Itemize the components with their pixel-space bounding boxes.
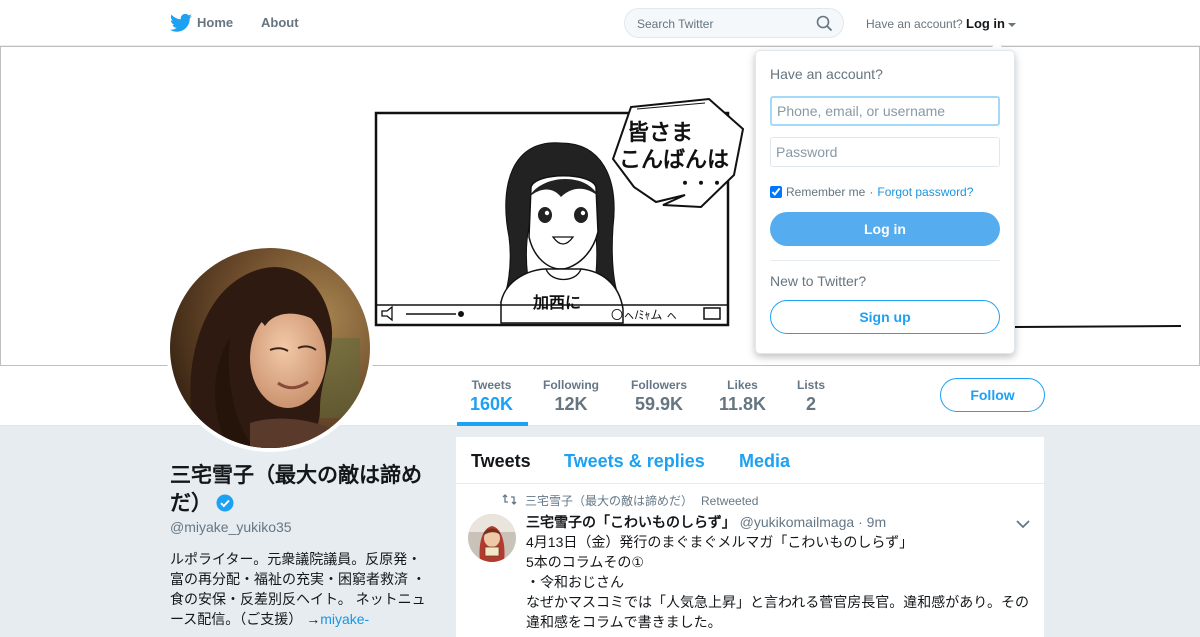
tweet-line: ・令和おじさん <box>526 574 624 590</box>
dropdown-title: Have an account? <box>770 66 883 82</box>
tab-media[interactable]: Media <box>739 451 790 472</box>
stat-label: Followers <box>631 378 688 392</box>
stat-label: Likes <box>727 378 758 392</box>
tweet-author-name[interactable]: 三宅雪子の「こわいものしらず」 <box>526 514 736 530</box>
tweet-line: 違和感をコラムで書きました。 <box>526 614 722 630</box>
forgot-password-link[interactable]: Forgot password? <box>877 185 973 199</box>
bio-link[interactable]: miyake- <box>320 611 369 627</box>
about-nav-link[interactable]: About <box>261 15 299 30</box>
home-nav-link[interactable]: Home <box>197 15 233 30</box>
login-dropdown-toggle[interactable]: Log in <box>966 16 1016 31</box>
shirt-text: 加西に <box>532 294 581 312</box>
tweet-text: 4月13日（金）発行のまぐまぐメルマガ「こわいものしらず」 5本のコラムその① … <box>526 532 1034 632</box>
profile-name-line1: 三宅雪子（最大の敵は諦め <box>170 464 422 487</box>
timeline: Tweets Tweets & replies Media 三宅雪子（最大の敵は… <box>456 437 1044 637</box>
retweeted-label: Retweeted <box>701 493 759 508</box>
tweet-author-handle[interactable]: @yukikomailmaga <box>740 514 855 530</box>
profile-name[interactable]: 三宅雪子（最大の敵は諦め だ） <box>170 462 430 518</box>
signup-button[interactable]: Sign up <box>770 300 1000 334</box>
follow-button[interactable]: Follow <box>940 378 1045 412</box>
stat-value: 11.8K <box>719 394 767 414</box>
verified-badge-icon <box>216 492 234 512</box>
stat-likes[interactable]: Likes 11.8K <box>719 378 766 415</box>
avatar-photo <box>170 248 370 448</box>
tab-tweets-replies[interactable]: Tweets & replies <box>564 451 705 472</box>
active-stat-underline <box>457 422 528 426</box>
caret-down-icon <box>1008 22 1016 27</box>
login-label: Log in <box>966 16 1005 31</box>
stat-followers[interactable]: Followers 59.9K <box>631 378 687 415</box>
username-input[interactable] <box>770 96 1000 126</box>
new-to-twitter-text: New to Twitter? <box>770 273 867 289</box>
stat-value: 2 <box>806 394 817 414</box>
tweet-header: 三宅雪子の「こわいものしらず」 @yukikomailmaga · 9m <box>526 512 886 532</box>
remember-me-checkbox[interactable] <box>770 186 782 198</box>
search-placeholder: Search Twitter <box>637 17 714 31</box>
top-navigation-bar: Home About Search Twitter Have an accoun… <box>0 0 1200 46</box>
stat-label: Tweets <box>471 378 512 392</box>
search-input[interactable]: Search Twitter <box>624 8 844 38</box>
twitter-bird-icon[interactable] <box>170 13 192 38</box>
bio-text: ルポライター。元衆議院議員。反原発・富の再分配・福祉の充実・困窮者救済 ・食の安… <box>170 551 426 627</box>
remember-row: Remember me · Forgot password? <box>770 185 973 199</box>
stat-following[interactable]: Following 12K <box>543 378 599 415</box>
speech-line-2: こんばんは <box>619 147 729 172</box>
search-icon[interactable] <box>816 15 833 37</box>
remember-me-label[interactable]: Remember me <box>786 185 865 199</box>
profile-avatar[interactable] <box>166 244 374 452</box>
speech-dots: ・・・ <box>677 176 725 193</box>
tweet-line: なぜかマスコミでは「人気急上昇」と言われる菅官房長官。違和感があり。その <box>526 594 1030 610</box>
stat-value: 160K <box>470 394 514 414</box>
tweet-timestamp[interactable]: · 9m <box>858 514 886 530</box>
speech-line-1: 皆さま <box>627 120 693 145</box>
login-dropdown: Have an account? Remember me · Forgot pa… <box>755 50 1015 354</box>
password-input[interactable] <box>770 137 1000 167</box>
have-account-text: Have an account? <box>866 17 963 31</box>
stat-value: 59.9K <box>634 394 684 414</box>
stat-value: 12K <box>554 394 588 414</box>
tweet-line: 4月13日（金）発行のまぐまぐメルマガ「こわいものしらず」 <box>526 534 914 550</box>
tweet-line: 5本のコラムその① <box>526 554 644 570</box>
timeline-tabs: Tweets Tweets & replies Media <box>456 437 1044 484</box>
retweet-icon <box>502 493 517 508</box>
player-controls-text: 〇ㇸ/ﾐｬム ㇸ <box>611 308 678 322</box>
stat-tweets[interactable]: Tweets 160K <box>470 378 513 415</box>
login-button[interactable]: Log in <box>770 212 1000 246</box>
separator-dot: · <box>869 185 874 199</box>
profile-name-line2: だ） <box>170 492 212 515</box>
retweet-context: 三宅雪子（最大の敵は諦めだ） Retweeted <box>502 492 758 509</box>
tweet-author-avatar[interactable] <box>468 514 516 562</box>
profile-bio: ルポライター。元衆議院議員。反原発・富の再分配・福祉の充実・困窮者救済 ・食の安… <box>170 549 432 629</box>
tab-tweets[interactable]: Tweets <box>471 451 531 472</box>
stat-lists[interactable]: Lists 2 <box>797 378 825 415</box>
dropdown-divider <box>770 260 1000 261</box>
retweeter-name[interactable]: 三宅雪子（最大の敵は諦めだ） <box>525 492 693 509</box>
stat-label: Following <box>543 378 599 392</box>
stat-label: Lists <box>797 378 826 392</box>
profile-handle[interactable]: @miyake_yukiko35 <box>170 519 292 535</box>
